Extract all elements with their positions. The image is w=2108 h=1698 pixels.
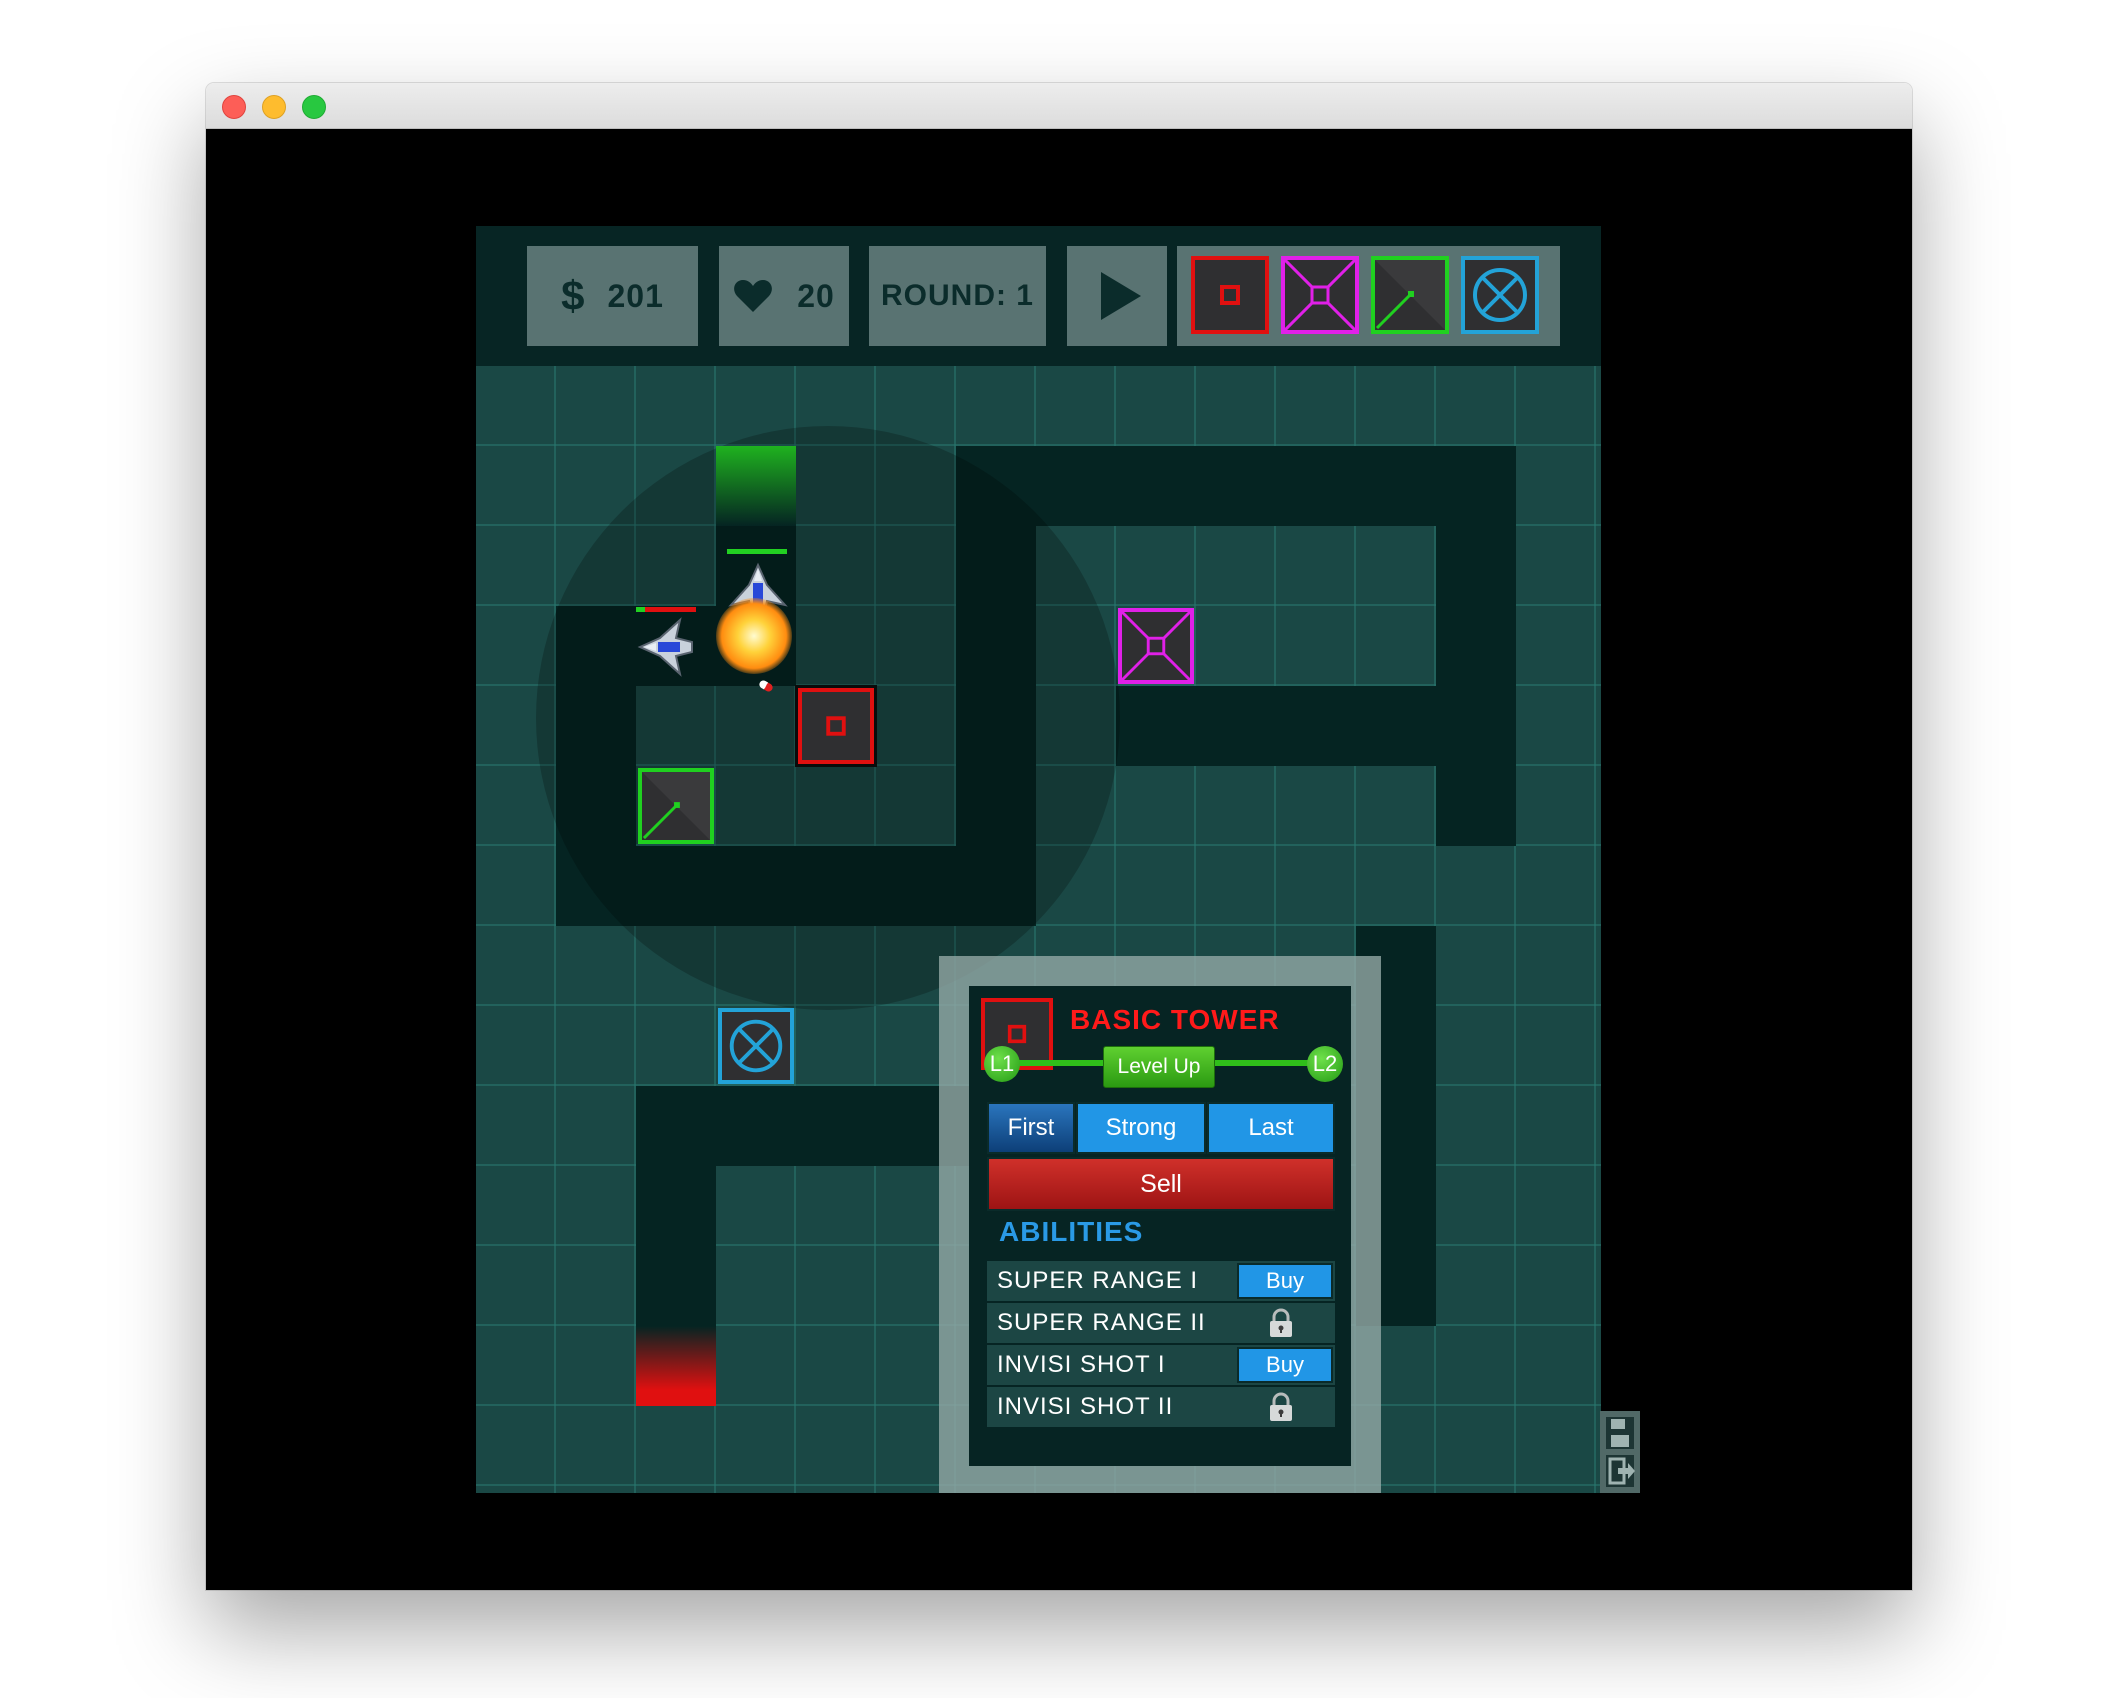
- lives-value: 20: [797, 277, 835, 314]
- sell-button[interactable]: Sell: [987, 1157, 1335, 1211]
- game-area: $ 201 20 ROUND: 1 BASIC TOWER L1 Level U…: [476, 226, 1640, 1493]
- side-toolbar: [1600, 1411, 1640, 1493]
- basic-tower-icon: [1220, 285, 1240, 305]
- enemy-path-segment: [1116, 686, 1196, 766]
- minimize-window-button[interactable]: [262, 95, 286, 119]
- buy-ability-button[interactable]: Buy: [1237, 1347, 1333, 1383]
- app-window: $ 201 20 ROUND: 1 BASIC TOWER L1 Level U…: [206, 83, 1912, 1590]
- target-last-label: Last: [1248, 1114, 1294, 1141]
- enemy-spawn: [716, 446, 796, 526]
- title-bar: [206, 83, 1912, 129]
- game-board[interactable]: BASIC TOWER L1 Level Up L2 First Strong …: [476, 366, 1601, 1493]
- ability-name: SUPER RANGE I: [997, 1267, 1199, 1294]
- target-first-button[interactable]: First: [987, 1102, 1075, 1154]
- sniper-tower-icon: [642, 772, 710, 840]
- target-first-label: First: [1007, 1114, 1055, 1141]
- exit-icon[interactable]: [1604, 1453, 1636, 1489]
- window-content: $ 201 20 ROUND: 1 BASIC TOWER L1 Level U…: [206, 129, 1912, 1590]
- target-strong-button[interactable]: Strong: [1076, 1102, 1206, 1154]
- sniper-tower-icon: [1375, 260, 1445, 330]
- level-up-button[interactable]: Level Up: [1103, 1046, 1215, 1088]
- shop-freeze-tower[interactable]: [1461, 256, 1539, 334]
- explosion: [716, 598, 792, 674]
- zoom-window-button[interactable]: [302, 95, 326, 119]
- ability-row: SUPER RANGE II: [987, 1303, 1335, 1343]
- ability-row: INVISI SHOT II: [987, 1387, 1335, 1427]
- play-icon: [1101, 272, 1141, 320]
- enemy-path-segment: [1436, 446, 1516, 846]
- placed-sniper-tower[interactable]: [638, 768, 714, 844]
- basic-tower-icon: [826, 716, 846, 736]
- shop-multi-tower[interactable]: [1281, 256, 1359, 334]
- save-icon[interactable]: [1604, 1415, 1636, 1451]
- placed-basic-tower[interactable]: [795, 685, 877, 767]
- abilities-title: ABILITIES: [999, 1216, 1144, 1247]
- ability-name: INVISI SHOT II: [997, 1393, 1174, 1420]
- freeze-tower-icon: [1473, 268, 1527, 322]
- placed-freeze-tower[interactable]: [718, 1008, 794, 1084]
- level-current: L1: [984, 1046, 1020, 1082]
- enemy-path-segment: [956, 446, 1516, 526]
- money-value: 201: [607, 277, 664, 314]
- multi-tower-icon: [1122, 612, 1190, 680]
- target-strong-label: Strong: [1105, 1114, 1177, 1141]
- dollar-icon: $: [561, 272, 586, 319]
- enemy-ship: [637, 617, 693, 677]
- enemy-exit: [636, 1326, 716, 1406]
- panel-title: BASIC TOWER: [1070, 1004, 1280, 1035]
- target-last-button[interactable]: Last: [1207, 1102, 1335, 1154]
- round-display: ROUND: 1: [869, 246, 1046, 346]
- ability-row: SUPER RANGE I Buy: [987, 1261, 1335, 1301]
- money-display: $ 201: [527, 246, 698, 346]
- round-label: ROUND: 1: [880, 279, 1034, 312]
- heart-icon: [734, 280, 773, 312]
- shop-sniper-tower[interactable]: [1371, 256, 1449, 334]
- ability-name: INVISI SHOT I: [997, 1351, 1166, 1378]
- top-bar: $ 201 20 ROUND: 1: [476, 226, 1601, 366]
- start-round-button[interactable]: [1067, 246, 1167, 346]
- freeze-tower-icon: [729, 1019, 783, 1073]
- buy-ability-button[interactable]: Buy: [1237, 1263, 1333, 1299]
- level-next: L2: [1307, 1046, 1343, 1082]
- multi-tower-icon: [1285, 260, 1355, 330]
- ability-name: SUPER RANGE II: [997, 1309, 1206, 1336]
- enemy-health-bar: [727, 549, 787, 554]
- ability-row: INVISI SHOT I Buy: [987, 1345, 1335, 1385]
- enemy-path-segment: [1196, 686, 1516, 766]
- close-window-button[interactable]: [222, 95, 246, 119]
- lock-icon: [1270, 1392, 1292, 1421]
- lives-display: 20: [719, 246, 849, 346]
- shop-basic-tower[interactable]: [1191, 256, 1269, 334]
- placed-multi-tower[interactable]: [1118, 608, 1194, 684]
- lock-icon: [1270, 1308, 1292, 1337]
- enemy-health-bar: [636, 607, 696, 612]
- tower-shop: [1177, 246, 1560, 346]
